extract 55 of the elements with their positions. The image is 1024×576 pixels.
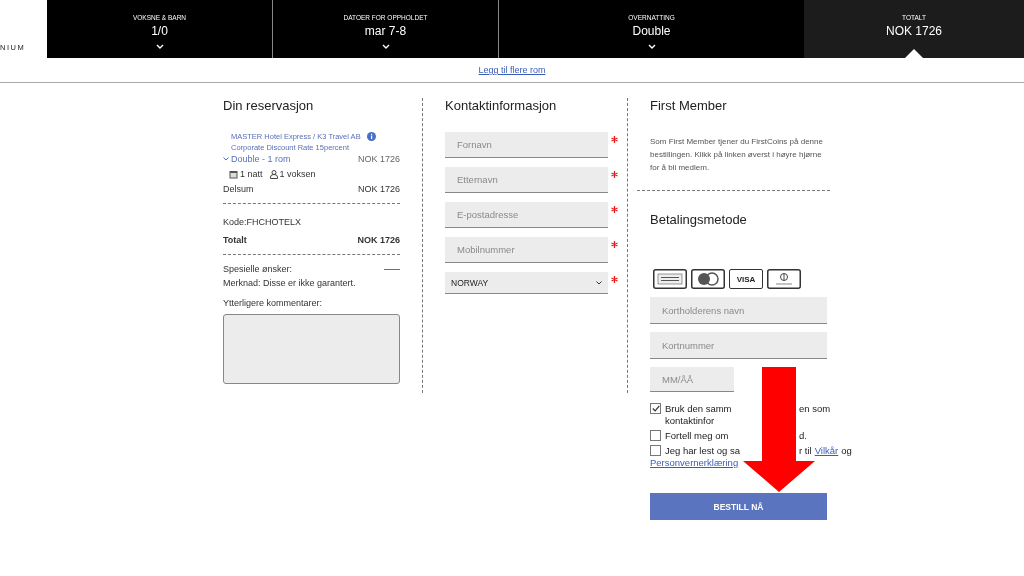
- note-text: Merknad: Disse er ikke garantert.: [223, 277, 357, 289]
- checkbox-label: en som: [799, 403, 831, 415]
- terms-link[interactable]: Vilkår: [814, 445, 839, 457]
- chevron-down-icon: [223, 157, 229, 161]
- checkbox-label: r til: [799, 445, 812, 457]
- checkbox[interactable]: [650, 445, 661, 456]
- card-logo-icon: [653, 269, 687, 289]
- privacy-link[interactable]: Personvernerklæring: [650, 457, 739, 468]
- checkbox-label: Fortell meg om: [665, 430, 729, 441]
- total-value: NOK 1726: [357, 234, 400, 246]
- special-requests-label: Spesielle ønsker:: [223, 263, 293, 275]
- comments-field[interactable]: [223, 314, 400, 384]
- input-field[interactable]: Kortholderens navn: [650, 297, 827, 324]
- order-button[interactable]: BESTILL NÅ: [650, 493, 827, 520]
- chevron-down-icon: [155, 44, 164, 49]
- checkbox-label: og: [841, 445, 852, 457]
- checkbox-label: Bruk den samm: [665, 403, 732, 414]
- checkbox[interactable]: [650, 430, 661, 441]
- info-icon[interactable]: [366, 132, 376, 141]
- section-title: Betalingsmetode: [650, 212, 748, 228]
- country-select[interactable]: NORWAY: [445, 272, 608, 294]
- calendar-icon: [229, 169, 238, 179]
- checkbox-label: Jeg har lest og sa: [665, 445, 740, 456]
- checkbox-label: kontaktinfor: [665, 415, 715, 426]
- subtotal-value: NOK 1726: [357, 183, 400, 195]
- checkbox[interactable]: [650, 403, 661, 414]
- comments-label: Ytterligere kommentarer:: [223, 297, 324, 309]
- section-title: First Member: [650, 98, 728, 114]
- input-field[interactable]: Etternavn: [445, 167, 608, 193]
- visa-card-logo: VISA: [729, 269, 763, 289]
- card-logo-icon: [767, 269, 801, 289]
- section-title: Din reservasjon: [223, 98, 315, 114]
- chevron-down-icon: [381, 44, 390, 49]
- input-field[interactable]: E-postadresse: [445, 202, 608, 228]
- input-field[interactable]: Mobilnummer: [445, 237, 608, 263]
- room-toggle[interactable]: Double - 1 rom: [223, 153, 291, 165]
- person-icon: [269, 169, 278, 179]
- total-label: Totalt: [223, 234, 247, 246]
- nights-text: 1 natt: [240, 168, 263, 180]
- checkbox-label: d.: [799, 430, 807, 442]
- notch-icon: [905, 49, 923, 58]
- input-field[interactable]: MM/ÅÅ: [650, 367, 734, 392]
- input-field[interactable]: Kortnummer: [650, 332, 827, 359]
- guests-text: 1 voksen: [279, 168, 316, 180]
- chevron-down-icon: [596, 280, 602, 285]
- member-text: Som First Member tjener du FirstCoins på denne bestillingen. Klikk på linken øverst i høyre hjørne for å bli medlem.: [650, 136, 824, 174]
- promo-code: Kode:FHCHOTELX: [223, 216, 302, 228]
- subtotal-label: Delsum: [223, 183, 254, 195]
- chevron-down-icon: [647, 44, 656, 49]
- room-price: NOK 1726: [357, 153, 400, 165]
- check-icon: [651, 405, 660, 412]
- section-title: Kontaktinformasjon: [445, 98, 558, 114]
- card-logo-icon: [691, 269, 725, 289]
- input-field[interactable]: Fornavn: [445, 132, 608, 158]
- add-room-link[interactable]: Legg til flere rom: [478, 65, 546, 75]
